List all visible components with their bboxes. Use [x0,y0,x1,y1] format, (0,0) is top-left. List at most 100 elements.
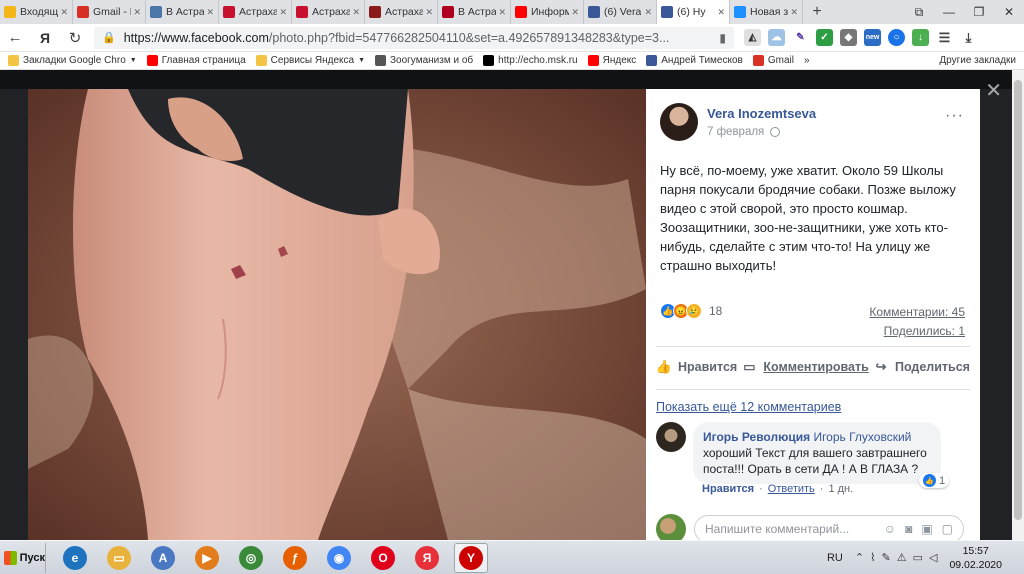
pen-icon[interactable]: ✎ [792,29,809,46]
taskbar-app[interactable]: ◉ [322,543,356,573]
taskbar-app[interactable]: A [146,543,180,573]
downloads-icon[interactable]: ⤓ [960,29,977,46]
restore-button[interactable]: ❐ [964,0,994,24]
close-tab-icon[interactable]: ✕ [131,7,141,18]
emoji-icon[interactable]: ☺ [884,522,896,536]
new-tab-button[interactable]: + [803,0,831,24]
comment-time[interactable]: 1 дн. [828,483,853,495]
taskbar-app[interactable]: Y [454,542,488,573]
close-tab-icon[interactable]: ✕ [350,7,360,18]
comment-like-link[interactable]: Нравится [702,483,754,495]
browser-tab[interactable]: Астрахан✕ [365,0,438,24]
camera-icon[interactable]: ◙ [905,522,912,536]
browser-tab[interactable]: Астрахан✕ [292,0,365,24]
comment-mention[interactable]: Игорь Глуховский [813,430,911,444]
browser-tab[interactable]: Gmail - В✕ [73,0,146,24]
new-badge-icon[interactable]: new [864,29,881,46]
comment-reply-link[interactable]: Ответить [768,483,815,495]
start-button[interactable]: Пуск [0,542,46,573]
language-indicator[interactable]: RU [827,552,843,564]
tool-icon[interactable]: ✎ [881,551,890,564]
shares-count[interactable]: Поделились: 1 [884,324,965,338]
shield-icon[interactable]: ✓ [816,29,833,46]
taskbar-app[interactable]: ƒ [278,543,312,573]
reactions-summary[interactable]: 👍 😠 😢 18 [660,303,722,319]
browser-tab[interactable]: В Астрах✕ [438,0,511,24]
close-tab-icon[interactable]: ✕ [642,7,652,18]
bookmark-item[interactable]: Закладки Google Chro ▼ [8,55,137,66]
post-date[interactable]: 7 февраля [707,126,764,138]
comment-input[interactable]: Напишите комментарий... ☺ ◙ ▣ ▢ [694,515,964,540]
bookmark-item[interactable]: Яндекс [587,55,636,66]
more-options-icon[interactable]: ··· [945,107,964,125]
pin-icon[interactable]: ⧉ [904,0,934,24]
close-tab-icon[interactable]: ✕ [788,7,798,18]
browser-tab[interactable]: Новая за✕ [730,0,803,24]
browser-tab[interactable]: В Астрах✕ [146,0,219,24]
extension-icon[interactable]: ◭ [744,29,761,46]
taskbar-app[interactable]: ◎ [234,543,268,573]
monitor-icon[interactable]: ▭ [913,551,923,564]
yandex-button[interactable]: Я [30,30,60,46]
browser-tab[interactable]: Астрахан✕ [219,0,292,24]
minimize-button[interactable]: — [934,0,964,24]
weather-icon[interactable]: ☁ [768,29,785,46]
like-button[interactable]: 👍 Нравится [656,359,737,375]
download-green-icon[interactable]: ↓ [912,29,929,46]
close-window-button[interactable]: ✕ [994,0,1024,24]
chevron-icon[interactable]: ⌃ [855,551,864,564]
close-tab-icon[interactable]: ✕ [715,7,725,18]
post-photo[interactable] [28,89,646,540]
taskbar-app[interactable]: ▭ [102,543,136,573]
comments-count[interactable]: Комментарии: 45 [869,305,965,319]
bookmark-item[interactable]: Главная страница [146,55,246,66]
gif-icon[interactable]: ▣ [921,522,932,536]
browser-tab[interactable]: (6) Ну ✕ [657,0,730,24]
menu-icon[interactable]: ☰ [936,29,953,46]
taskbar-app[interactable]: O [366,543,400,573]
commenter-name[interactable]: Игорь Революция [703,430,810,444]
sticker-icon[interactable]: ▢ [942,522,953,536]
bookmark-star-icon[interactable]: ▮ [719,31,726,45]
show-more-comments-link[interactable]: Показать ещё 12 комментариев [656,400,841,414]
current-user-avatar[interactable] [656,514,686,540]
bookmark-item[interactable]: Андрей Тимесков [646,55,743,66]
close-tab-icon[interactable]: ✕ [569,7,579,18]
taskbar-app[interactable]: Я [410,543,444,573]
circle-extension-icon[interactable]: ○ [888,29,905,46]
browser-tab[interactable]: Входящи✕ [0,0,73,24]
comment-button[interactable]: ▭ Комментировать [741,359,869,375]
close-tab-icon[interactable]: ✕ [58,7,68,18]
other-bookmarks[interactable]: Другие закладки [939,55,1016,66]
taskbar-app[interactable]: e [58,543,92,573]
close-tab-icon[interactable]: ✕ [496,7,506,18]
clock[interactable]: 15:57 09.02.2020 [949,544,1002,572]
bookmark-item[interactable]: Сервисы Яндекса ▼ [255,55,365,66]
bookmark-item[interactable]: Gmail [752,55,794,66]
browser-tab[interactable]: Информ ✕ [511,0,584,24]
author-name[interactable]: Vera Inozemtseva [707,106,816,121]
close-tab-icon[interactable]: ✕ [277,7,287,18]
adblock-icon[interactable]: ◆ [840,29,857,46]
page-scrollbar[interactable] [1012,70,1024,540]
close-tab-icon[interactable]: ✕ [204,7,214,18]
share-button[interactable]: ↪ Поделиться [873,359,970,375]
bookmark-item[interactable]: http://echo.msk.ru [483,55,578,66]
scrollbar-thumb[interactable] [1014,80,1022,520]
volume-icon[interactable]: ◁ [929,551,937,564]
comment-reaction-badge[interactable]: 👍 1 [919,473,950,488]
back-button[interactable]: ← [0,29,30,46]
bookmarks-overflow-button[interactable]: » [804,55,810,66]
close-viewer-button[interactable]: ✕ [985,78,1002,103]
address-bar[interactable]: 🔒 https://www.facebook.com/photo.php?fbi… [94,26,734,49]
bookmark-item[interactable]: Зоогуманизм и об [375,55,473,66]
author-avatar[interactable] [660,103,698,141]
close-tab-icon[interactable]: ✕ [423,7,433,18]
lock-icon[interactable]: 🔒 [102,31,116,44]
network-icon[interactable]: ⌇ [870,551,875,564]
taskbar-app[interactable]: ▶ [190,543,224,573]
warning-icon[interactable]: ⚠ [897,551,907,564]
browser-tab[interactable]: (6) Vera ✕ [584,0,657,24]
reload-button[interactable]: ↻ [60,29,90,47]
commenter-avatar[interactable] [656,422,686,452]
